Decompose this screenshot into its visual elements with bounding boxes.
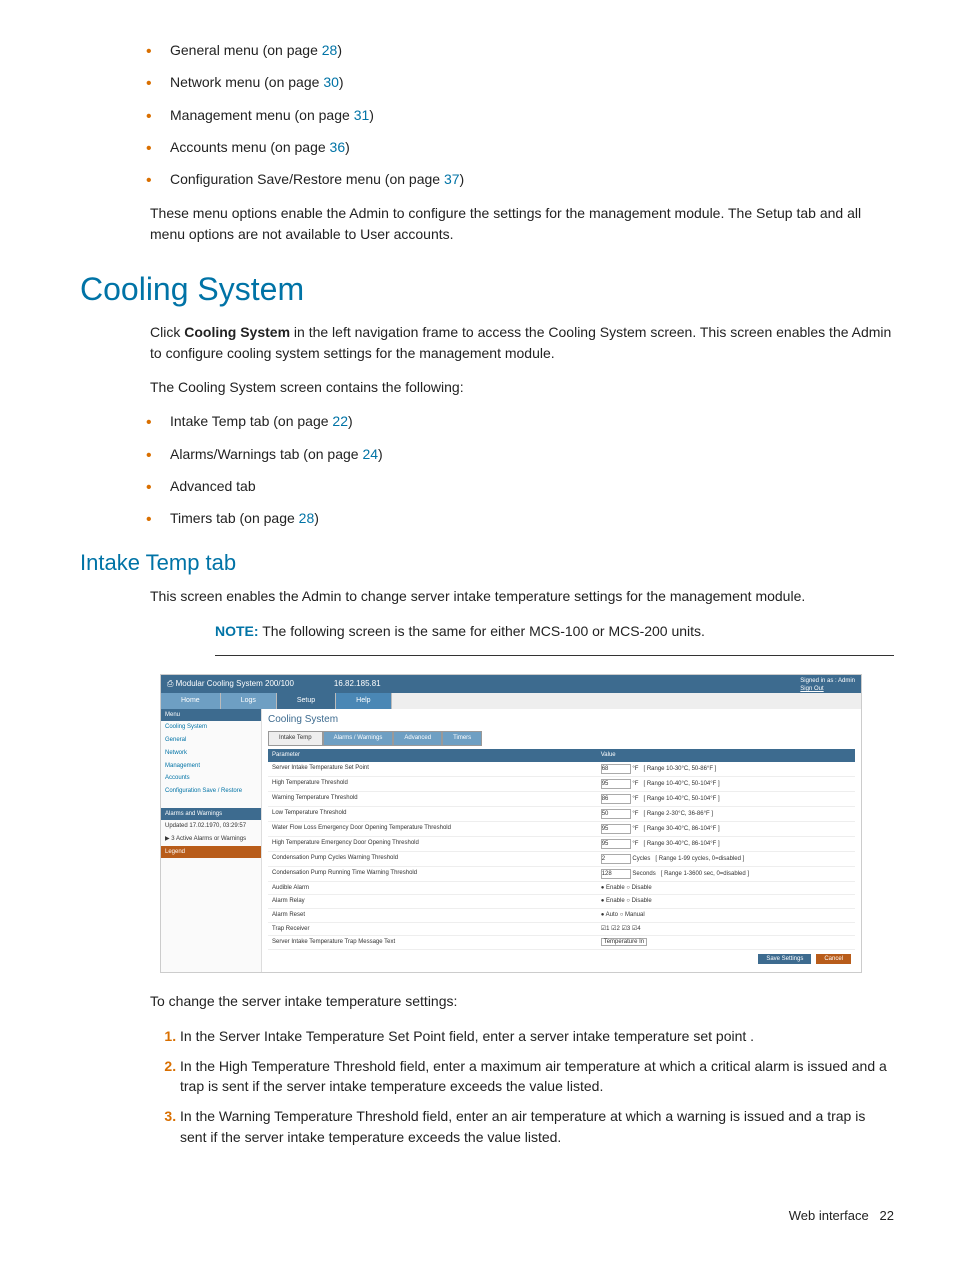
ss-nav-item[interactable]: Accounts xyxy=(161,772,261,785)
ss-tab-logs[interactable]: Logs xyxy=(221,693,277,709)
ss-subtabs: Intake Temp Alarms / Warnings Advanced T… xyxy=(268,731,855,746)
value-input[interactable]: 128 xyxy=(601,869,631,879)
col-parameter: Parameter xyxy=(268,749,597,762)
ss-subtab-intake[interactable]: Intake Temp xyxy=(268,731,323,746)
ss-aw-active[interactable]: ▶ 3 Active Alarms or Warnings xyxy=(161,833,261,846)
menu-item: Network menu (on page 30) xyxy=(170,72,894,92)
table-row: High Temperature Emergency Door Opening … xyxy=(268,836,855,851)
value-input[interactable]: 95 xyxy=(601,839,631,849)
ss-subtab-timers[interactable]: Timers xyxy=(442,731,482,746)
cancel-button[interactable]: Cancel xyxy=(816,954,851,964)
ss-subtab-advanced[interactable]: Advanced xyxy=(393,731,442,746)
value-input[interactable]: 86 xyxy=(601,794,631,804)
page-link[interactable]: 31 xyxy=(354,107,370,123)
page-footer: Web interface 22 xyxy=(80,1207,894,1226)
ss-main: Cooling System Intake Temp Alarms / Warn… xyxy=(262,709,861,972)
radio-group[interactable]: ● Auto ○ Manual xyxy=(597,909,855,923)
ss-main-tabs: Home Logs Setup Help xyxy=(161,693,861,709)
value-input[interactable]: 95 xyxy=(601,824,631,834)
top-paragraph: These menu options enable the Admin to c… xyxy=(150,203,894,244)
top-menu-list: General menu (on page 28) Network menu (… xyxy=(80,40,894,189)
page-link[interactable]: 30 xyxy=(323,74,339,90)
col-value: Value xyxy=(597,749,855,762)
table-row: Water Flow Loss Emergency Door Opening T… xyxy=(268,821,855,836)
value-input[interactable]: 95 xyxy=(601,779,631,789)
ss-param-table: ParameterValue Server Intake Temperature… xyxy=(268,749,855,950)
ss-nav-item[interactable]: Management xyxy=(161,760,261,773)
table-row: Server Intake Temperature Trap Message T… xyxy=(268,936,855,950)
ss-auth: Signed in as : Admin Sign Out xyxy=(800,677,855,693)
ss-panel-title: Cooling System xyxy=(268,713,855,728)
ss-tab-home[interactable]: Home xyxy=(161,693,221,709)
table-row: Warning Temperature Threshold86 °F [ Ran… xyxy=(268,791,855,806)
value-input[interactable]: 2 xyxy=(601,854,631,864)
ss-nav: Menu Cooling System General Network Mana… xyxy=(161,709,262,972)
note-rule xyxy=(215,655,894,656)
subsection-heading-intake-temp: Intake Temp tab xyxy=(80,547,894,579)
checkbox-group[interactable]: ☑1 ☑2 ☑3 ☑4 xyxy=(597,922,855,936)
ss-nav-item[interactable]: Configuration Save / Restore xyxy=(161,785,261,798)
sign-out-link[interactable]: Sign Out xyxy=(800,685,855,693)
embedded-screenshot: ⎙ Modular Cooling System 200/100 16.82.1… xyxy=(160,674,862,973)
ss-ip: 16.82.185.81 xyxy=(334,678,381,690)
cooling-system-contains: The Cooling System screen contains the f… xyxy=(150,377,894,397)
ss-nav-header: Menu xyxy=(161,709,261,722)
menu-item: General menu (on page 28) xyxy=(170,40,894,60)
note-label: NOTE: xyxy=(215,623,259,639)
table-row: Alarm Relay● Enable ○ Disable xyxy=(268,895,855,909)
table-row: High Temperature Threshold95 °F [ Range … xyxy=(268,776,855,791)
table-row: Low Temperature Threshold50 °F [ Range 2… xyxy=(268,806,855,821)
ss-nav-item[interactable]: Cooling System xyxy=(161,721,261,734)
save-settings-button[interactable]: Save Settings xyxy=(758,954,811,964)
radio-group[interactable]: ● Enable ○ Disable xyxy=(597,895,855,909)
intake-temp-intro: This screen enables the Admin to change … xyxy=(150,586,894,606)
note-block: NOTE: The following screen is the same f… xyxy=(215,621,894,641)
page-link[interactable]: 22 xyxy=(332,413,348,429)
ss-header: ⎙ Modular Cooling System 200/100 16.82.1… xyxy=(161,675,861,693)
ss-legend[interactable]: Legend xyxy=(161,846,261,859)
cooling-system-list: Intake Temp tab (on page 22) Alarms/Warn… xyxy=(80,411,894,528)
page-link[interactable]: 28 xyxy=(299,510,315,526)
menu-item: Configuration Save/Restore menu (on page… xyxy=(170,169,894,189)
menu-item: Accounts menu (on page 36) xyxy=(170,137,894,157)
table-row: Audible Alarm● Enable ○ Disable xyxy=(268,881,855,895)
ss-nav-item[interactable]: Network xyxy=(161,747,261,760)
list-item: Advanced tab xyxy=(170,476,894,496)
ss-tab-setup[interactable]: Setup xyxy=(277,693,336,709)
page-link[interactable]: 36 xyxy=(330,139,346,155)
table-row: Condensation Pump Running Time Warning T… xyxy=(268,866,855,881)
list-item: Alarms/Warnings tab (on page 24) xyxy=(170,444,894,464)
ss-nav-item[interactable]: General xyxy=(161,734,261,747)
ss-subtab-alarms[interactable]: Alarms / Warnings xyxy=(323,731,394,746)
list-item: Timers tab (on page 28) xyxy=(170,508,894,528)
table-row: Server Intake Temperature Set Point68 °F… xyxy=(268,762,855,777)
radio-group[interactable]: ● Enable ○ Disable xyxy=(597,881,855,895)
table-row: Trap Receiver☑1 ☑2 ☑3 ☑4 xyxy=(268,922,855,936)
table-row: Condensation Pump Cycles Warning Thresho… xyxy=(268,851,855,866)
step-item: In the High Temperature Threshold field,… xyxy=(180,1056,894,1097)
page-link[interactable]: 28 xyxy=(322,42,338,58)
ss-aw-updated: Updated 17.02.1970, 03:29:57 xyxy=(161,820,261,833)
text-input[interactable]: Temperature In xyxy=(601,938,647,946)
page-link[interactable]: 37 xyxy=(444,171,460,187)
post-image-para: To change the server intake temperature … xyxy=(150,991,894,1011)
cooling-system-intro: Click Cooling System in the left navigat… xyxy=(150,322,894,363)
value-input[interactable]: 50 xyxy=(601,809,631,819)
page-link[interactable]: 24 xyxy=(362,446,378,462)
ss-product: ⎙ Modular Cooling System 200/100 xyxy=(167,678,294,690)
step-item: In the Server Intake Temperature Set Poi… xyxy=(180,1026,894,1046)
ss-tab-help[interactable]: Help xyxy=(336,693,391,709)
section-heading-cooling-system: Cooling System xyxy=(80,266,894,312)
table-row: Alarm Reset● Auto ○ Manual xyxy=(268,909,855,923)
ss-aw-header: Alarms and Warnings xyxy=(161,808,261,821)
steps-list: In the Server Intake Temperature Set Poi… xyxy=(150,1026,894,1147)
step-item: In the Warning Temperature Threshold fie… xyxy=(180,1106,894,1147)
menu-item: Management menu (on page 31) xyxy=(170,105,894,125)
value-input[interactable]: 68 xyxy=(601,764,631,774)
list-item: Intake Temp tab (on page 22) xyxy=(170,411,894,431)
